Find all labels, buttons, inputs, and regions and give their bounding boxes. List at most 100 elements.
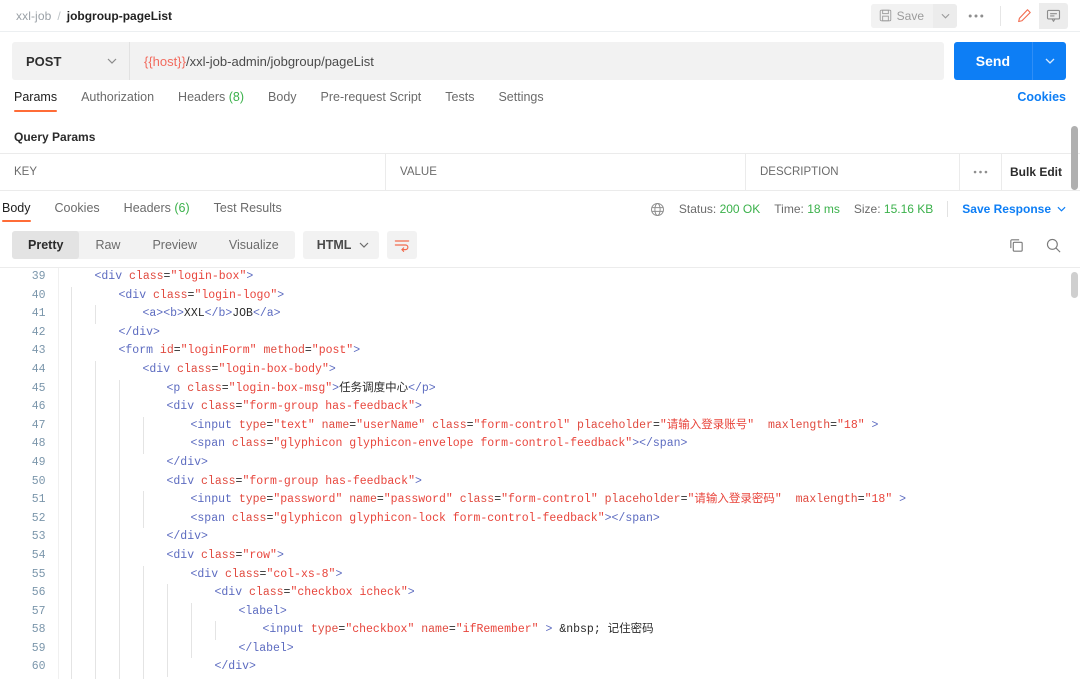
send-button[interactable]: Send	[954, 42, 1032, 80]
http-method-select[interactable]: POST	[12, 42, 130, 80]
code-line: 46<div class="form-group has-feedback">	[0, 398, 1080, 417]
code-line-number: 58	[0, 621, 58, 640]
response-mode-pretty[interactable]: Pretty	[12, 231, 79, 259]
code-line: 56<div class="checkbox icheck">	[0, 584, 1080, 603]
response-format-select[interactable]: HTML	[303, 231, 380, 259]
code-line-content[interactable]: <span class="glyphicon glyphicon-envelop…	[58, 435, 1080, 454]
code-line-content[interactable]: <label>	[58, 603, 1080, 622]
code-line-content[interactable]: <div class="row">	[58, 547, 1080, 566]
code-line-number: 60	[0, 658, 58, 677]
edit-pencil-button[interactable]	[1010, 3, 1039, 29]
response-mode-raw[interactable]: Raw	[79, 231, 136, 259]
code-vertical-scrollbar[interactable]	[1071, 272, 1078, 298]
breadcrumb-leaf[interactable]: jobgroup-pageList	[67, 9, 172, 23]
save-dropdown-caret[interactable]	[933, 4, 957, 28]
postman-window: xxl-job / jobgroup-pageList Save	[0, 0, 1080, 679]
response-tab-label: Body	[2, 201, 31, 215]
request-tab-body[interactable]: Body	[256, 90, 309, 112]
code-scroll-area[interactable]: 39<div class="login-box">40<div class="l…	[0, 268, 1080, 679]
size-label: Size:	[854, 202, 881, 216]
response-tab-headers[interactable]: Headers (6)	[112, 201, 202, 222]
response-tab-label: Headers	[124, 201, 171, 215]
code-line-content[interactable]: </div>	[58, 454, 1080, 473]
code-line-content[interactable]: <div class="form-group has-feedback">	[58, 473, 1080, 492]
request-tab-settings[interactable]: Settings	[486, 90, 555, 112]
code-line: 48<span class="glyphicon glyphicon-envel…	[0, 435, 1080, 454]
request-tab-headers[interactable]: Headers (8)	[166, 90, 256, 112]
request-tab-label: Body	[268, 90, 297, 104]
response-body-code-view[interactable]: 39<div class="login-box">40<div class="l…	[0, 267, 1080, 679]
comment-button[interactable]	[1039, 3, 1068, 29]
code-line: 49</div>	[0, 454, 1080, 473]
request-tab-tests[interactable]: Tests	[433, 90, 486, 112]
code-line-content[interactable]: <div class="login-logo">	[58, 287, 1080, 306]
code-line: 47<input type="text" name="userName" cla…	[0, 417, 1080, 436]
send-dropdown-caret[interactable]	[1032, 42, 1066, 80]
bulk-edit-button[interactable]: Bulk Edit	[1002, 154, 1080, 190]
code-line-number: 53	[0, 528, 58, 547]
status-value: 200 OK	[720, 202, 761, 216]
code-line-content[interactable]: <div class="form-group has-feedback">	[58, 398, 1080, 417]
request-url-input[interactable]: {{host}}/xxl-job-admin/jobgroup/pageList	[130, 42, 944, 80]
comment-icon	[1046, 8, 1061, 23]
request-tab-params[interactable]: Params	[12, 90, 69, 112]
code-line-content[interactable]: <div class="col-xs-8">	[58, 566, 1080, 585]
code-line-number: 47	[0, 417, 58, 436]
code-line-content[interactable]: <input type="text" name="userName" class…	[58, 417, 1080, 436]
response-tab-body[interactable]: Body	[0, 201, 43, 222]
code-line-content[interactable]: </label>	[58, 640, 1080, 659]
code-line-number: 52	[0, 510, 58, 529]
response-mode-preview[interactable]: Preview	[136, 231, 212, 259]
query-params-table: KEY VALUE DESCRIPTION Bulk Edit	[0, 153, 1080, 191]
request-more-options-button[interactable]	[961, 4, 991, 28]
response-header: BodyCookiesHeaders (6)Test Results Statu…	[0, 191, 1080, 225]
params-options-button[interactable]	[960, 154, 1002, 190]
search-button[interactable]	[1045, 237, 1062, 254]
save-button[interactable]: Save	[871, 4, 933, 28]
response-toolbar: PrettyRawPreviewVisualize HTML	[0, 225, 1080, 267]
code-line-content[interactable]: <form id="loginForm" method="post">	[58, 342, 1080, 361]
request-tab-label: Settings	[498, 90, 543, 104]
response-toolbar-actions	[1008, 237, 1066, 254]
code-table: 39<div class="login-box">40<div class="l…	[0, 268, 1080, 679]
params-column-key: KEY	[0, 154, 386, 190]
cookies-link[interactable]: Cookies	[1017, 90, 1066, 112]
code-line-content[interactable]: <div class="login-box-body">	[58, 361, 1080, 380]
http-method-value: POST	[26, 54, 61, 69]
code-line-content[interactable]: <p class="login-box-msg">任务调度中心</p>	[58, 380, 1080, 399]
copy-button[interactable]	[1008, 237, 1025, 254]
code-line-content[interactable]: </div>	[58, 324, 1080, 343]
code-line-content[interactable]: <div class="login-box">	[58, 268, 1080, 287]
code-line-content[interactable]: <a><b>XXL</b>JOB</a>	[58, 305, 1080, 324]
code-line: 44<div class="login-box-body">	[0, 361, 1080, 380]
code-line-content[interactable]: </div>	[58, 528, 1080, 547]
code-line: 43<form id="loginForm" method="post">	[0, 342, 1080, 361]
code-line-content[interactable]: <input type="checkbox" name="ifRemember"…	[58, 621, 1080, 640]
response-tab-label: Test Results	[214, 201, 282, 215]
page-vertical-scrollbar[interactable]	[1071, 126, 1078, 190]
code-line-number: 49	[0, 454, 58, 473]
code-line-content[interactable]: </div>	[58, 658, 1080, 677]
request-tab-authorization[interactable]: Authorization	[69, 90, 166, 112]
time-label: Time:	[774, 202, 804, 216]
response-format-value: HTML	[317, 238, 352, 252]
code-line-content[interactable]: <span class="glyphicon glyphicon-lock fo…	[58, 510, 1080, 529]
response-tab-cookies[interactable]: Cookies	[43, 201, 112, 222]
breadcrumb-root[interactable]: xxl-job	[16, 9, 51, 23]
code-line-content[interactable]: <div class="checkbox icheck">	[58, 584, 1080, 603]
chevron-down-icon	[359, 242, 369, 248]
code-line-number: 45	[0, 380, 58, 399]
time-value: 18 ms	[807, 202, 840, 216]
send-button-group: Send	[954, 42, 1066, 80]
request-tab-pre-request-script[interactable]: Pre-request Script	[309, 90, 434, 112]
response-view-mode-group: PrettyRawPreviewVisualize	[12, 231, 295, 259]
response-mode-visualize[interactable]: Visualize	[213, 231, 295, 259]
save-response-button[interactable]: Save Response	[962, 202, 1066, 216]
code-line-number: 50	[0, 473, 58, 492]
query-params-heading: Query Params	[0, 120, 1080, 153]
response-tab-label: Cookies	[55, 201, 100, 215]
response-tab-test-results[interactable]: Test Results	[202, 201, 294, 222]
word-wrap-toggle-button[interactable]	[387, 231, 417, 259]
code-line-number: 40	[0, 287, 58, 306]
code-line-content[interactable]: <input type="password" name="password" c…	[58, 491, 1080, 510]
